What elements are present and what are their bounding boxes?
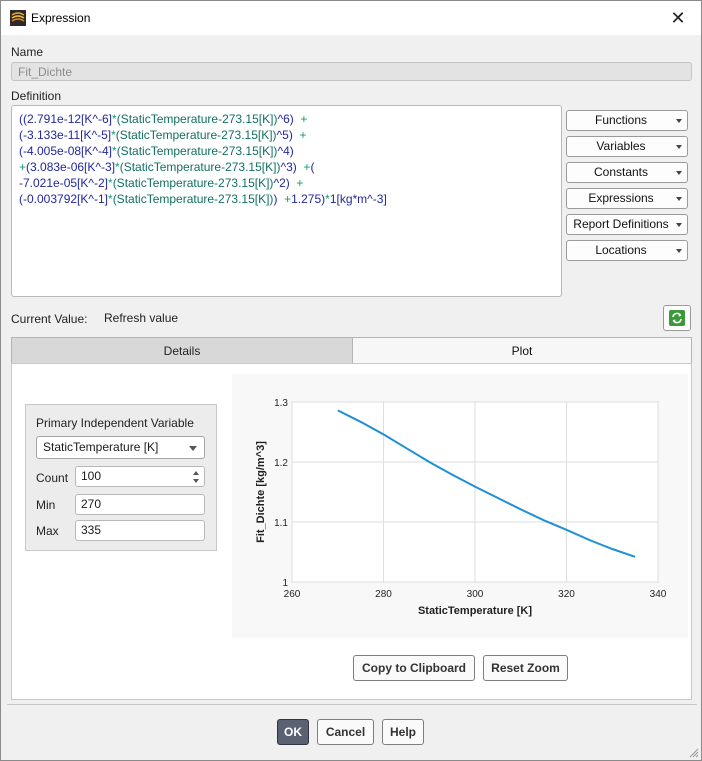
dropdown-arrow-icon [676,145,682,149]
max-input[interactable]: 335 [75,520,205,541]
x-tick-label: 300 [467,589,484,600]
dropdown-arrow-icon [676,171,682,175]
y-tick-label: 1 [282,578,288,589]
definition-token: (-3.133e-11[K^-5] [19,128,112,142]
y-tick-label: 1.2 [274,458,288,469]
constants-label: Constants [593,165,649,179]
definition-token: ^5) [276,128,300,142]
definition-token: ( [310,160,315,174]
functions-label: Functions [594,113,648,127]
fluent-app-icon [10,10,26,26]
density-chart[interactable]: 260 280 300 320 340 1 1.1 1.2 1.3 StaticTemperatu… [232,374,688,638]
window-title: Expression [31,11,91,25]
expression-dialog: Expression ✕ Name Fit_Dichte Definition … [0,0,702,761]
locations-label: Locations [595,243,647,257]
current-value-text: Refresh value [104,311,179,325]
constants-dropdown-button[interactable]: Constants [566,162,688,183]
definition-line: (-0.003792[K^-1]*(StaticTemperature-273.… [19,191,554,207]
definition-token: (StaticTemperature-273.15[K]) [115,128,277,142]
definition-token: (StaticTemperature-273.15[K]) [119,160,281,174]
close-icon: ✕ [670,7,686,28]
definition-token: 2.791e-12[K^-6] [27,112,113,126]
independent-variable-value: StaticTemperature [K] [43,440,159,454]
dropdown-arrow-icon [676,223,682,227]
help-button[interactable]: Help [382,719,424,745]
x-tick-label: 280 [375,589,392,600]
count-value: 100 [81,469,102,483]
y-tick-label: 1.1 [274,518,288,529]
report-definitions-label: Report Definitions [573,217,669,231]
definition-token: ^6) [277,112,301,126]
chevron-down-icon [189,446,197,451]
refresh-icon [669,310,685,326]
expressions-label: Expressions [588,191,654,205]
definition-token: (-4.005e-08[K^-4] [19,144,113,158]
definition-token: + [300,112,308,126]
footer-separator [7,704,697,705]
y-tick-label: 1.3 [274,398,288,409]
dropdown-arrow-icon [676,249,682,253]
max-label: Max [36,524,59,538]
x-axis-label: StaticTemperature [K] [418,605,532,617]
x-tick-label: 320 [558,589,575,600]
definition-token: (StaticTemperature-273.15[K]) [112,176,274,190]
count-stepper[interactable]: 100 [75,466,205,487]
definition-token: 1[kg*m^-3] [329,192,387,206]
dropdown-arrow-icon [676,197,682,201]
definition-token: (( [19,112,27,126]
independent-variable-select[interactable]: StaticTemperature [K] [36,436,205,459]
definition-line: -7.021e-05[K^-2]*(StaticTemperature-273.… [19,175,554,191]
definition-token: + [296,176,304,190]
name-label: Name [11,45,44,59]
title-bar[interactable]: Expression ✕ [1,1,701,35]
x-tick-label: 260 [284,589,301,600]
min-label: Min [36,498,56,512]
definition-token: ^4) [277,144,294,158]
reset-zoom-button[interactable]: Reset Zoom [483,655,568,681]
ok-button[interactable]: OK [277,719,309,745]
y-axis-label: Fit_Dichte [kg/m^3] [255,441,267,543]
variables-dropdown-button[interactable]: Variables [566,136,688,157]
definition-token: (StaticTemperature-273.15[K]) [116,112,278,126]
definition-token: + [299,128,307,142]
resize-grip-icon[interactable] [689,748,699,758]
refresh-button[interactable] [663,305,691,331]
spinner-arrows-icon[interactable] [191,469,201,485]
definition-line: (-4.005e-08[K^-4]*(StaticTemperature-273… [19,143,554,159]
min-input[interactable]: 270 [75,494,205,515]
definition-token: (StaticTemperature-273.15[K]) [116,144,278,158]
definition-line: ((2.791e-12[K^-6]*(StaticTemperature-273… [19,111,554,127]
copy-to-clipboard-button[interactable]: Copy to Clipboard [353,655,475,681]
definition-token: ^2) [273,176,297,190]
report-definitions-dropdown-button[interactable]: Report Definitions [566,214,688,235]
definition-token: 1.275) [291,192,326,206]
close-button[interactable]: ✕ [655,1,701,35]
definition-line: (-3.133e-11[K^-5]*(StaticTemperature-273… [19,127,554,143]
expressions-dropdown-button[interactable]: Expressions [566,188,688,209]
definition-token: (-0.003792[K^-1] [19,192,109,206]
primary-variable-label: Primary Independent Variable [36,416,194,430]
count-label: Count [36,471,69,485]
functions-dropdown-button[interactable]: Functions [566,110,688,131]
plot-area[interactable]: 260 280 300 320 340 1 1.1 1.2 1.3 StaticTemperatu… [232,374,688,638]
locations-dropdown-button[interactable]: Locations [566,240,688,261]
definition-line: +(3.083e-06[K^-3]*(StaticTemperature-273… [19,159,554,175]
dropdown-arrow-icon [676,119,682,123]
definition-editor[interactable]: ((2.791e-12[K^-6]*(StaticTemperature-273… [11,105,562,297]
definition-token: ) [273,192,285,206]
definition-token: + [19,160,27,174]
definition-token: (3.083e-06[K^-3] [26,160,116,174]
cancel-button[interactable]: Cancel [317,719,374,745]
x-tick-label: 340 [650,589,667,600]
definition-token: (StaticTemperature-273.15[K]) [112,192,274,206]
definition-token: ^3) [280,160,304,174]
tab-details[interactable]: Details [11,337,353,364]
definition-label: Definition [11,89,62,103]
tab-plot[interactable]: Plot [352,337,692,364]
name-field: Fit_Dichte [11,62,692,81]
definition-token: -7.021e-05[K^-2] [19,176,109,190]
variables-label: Variables [596,139,646,153]
current-value-label: Current Value: [11,312,88,326]
